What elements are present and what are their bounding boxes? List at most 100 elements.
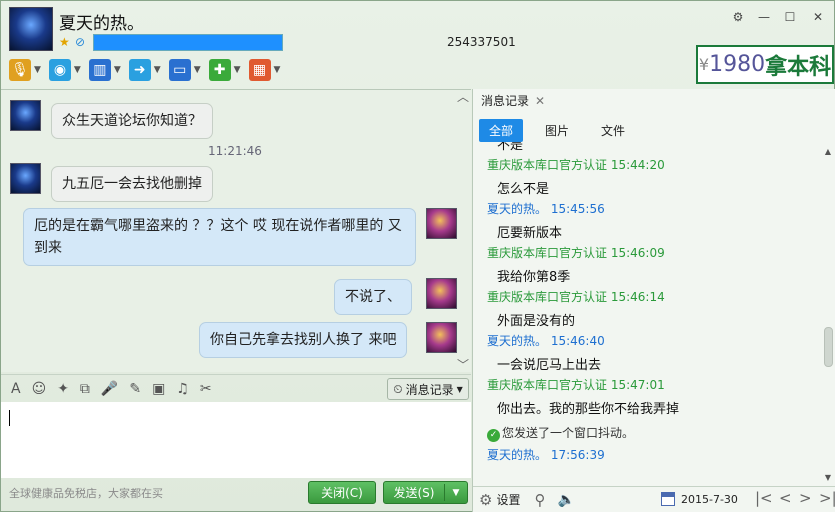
chevron-down-icon[interactable]: ▼ — [154, 65, 161, 75]
add-app-icon: ✚ — [208, 59, 231, 81]
history-notice-text: 您发送了一个窗口抖动。 — [502, 426, 635, 440]
close-icon[interactable]: ✕ — [535, 94, 545, 108]
music-icon[interactable]: ♫ — [176, 381, 189, 397]
ad-banner[interactable]: ¥ 1980 拿本科 — [696, 45, 834, 84]
screenshot-icon[interactable]: ✂ — [200, 381, 212, 397]
gif-icon[interactable]: ⧉ — [80, 381, 90, 397]
send-label: 发送(S) — [384, 484, 445, 501]
message-input[interactable] — [1, 402, 471, 478]
font-icon[interactable]: A — [11, 381, 21, 397]
contact-name: 夏天的热。 — [59, 14, 144, 34]
contact-avatar-small[interactable] — [10, 163, 41, 194]
mic-icon: 🎙 — [9, 59, 31, 81]
history-list: 不是重庆版本库口官方认证 15:44:20 怎么不是夏天的热。 15:45:56 厄… — [473, 142, 821, 487]
chevron-down-icon[interactable]: ▼ — [194, 65, 201, 75]
history-panel: 消息记录 ✕ 全部 图片 文件 不是重庆版本库口官方认证 15:44:20 怎么不是… — [472, 89, 835, 512]
my-avatar[interactable] — [426, 278, 457, 309]
scroll-down-icon[interactable]: ▼ — [825, 473, 831, 482]
first-page-icon[interactable]: |< — [755, 489, 773, 507]
message-history-label: 消息记录 — [405, 382, 454, 397]
speaker-icon[interactable]: 🔈 — [557, 492, 574, 508]
chevron-down-icon[interactable]: ▼ — [274, 65, 281, 75]
history-message: 怎么不是 — [497, 182, 550, 197]
emoji-icon[interactable]: ☺ — [32, 381, 47, 397]
settings-label[interactable]: 设置 — [496, 491, 520, 508]
close-button[interactable]: 关闭(C) — [308, 481, 376, 504]
mic-button[interactable]: 🎙 ▼ — [9, 59, 41, 81]
history-message: 厄要新版本 — [497, 226, 563, 241]
screen-share-icon: ▥ — [88, 59, 111, 81]
text-caret — [9, 410, 10, 426]
chevron-down-icon: ▼ — [456, 384, 463, 394]
scroll-up-icon[interactable]: ︿ — [457, 90, 469, 105]
message-bubble: 厄的是在霸气哪里盗来的 ？？这个 哎 现在说作者哪里的 又到来 — [23, 208, 416, 266]
message-bubble: 众生天道论坛你知道？ — [51, 103, 213, 139]
close-window-button[interactable]: ✕ — [809, 9, 827, 25]
scrollbar-thumb[interactable] — [824, 327, 833, 367]
chevron-down-icon[interactable]: ▼ — [74, 65, 81, 75]
chevron-down-icon[interactable]: ▼ — [234, 65, 241, 75]
contact-avatar[interactable] — [9, 7, 53, 51]
voice-icon[interactable]: 🎤 — [101, 381, 118, 397]
ad-currency: ¥ — [698, 55, 710, 74]
scroll-down-icon[interactable]: ﹀ — [457, 356, 469, 372]
filter-all[interactable]: 全部 — [479, 118, 524, 142]
message-bubble: 九五厄一会去找他删掉 — [51, 166, 213, 202]
history-message: 你出去。我的那些你不给我弄掉 — [497, 402, 680, 417]
footer-ad-link[interactable]: 全球健康品免税店，大家都在买 — [9, 485, 163, 501]
last-page-icon[interactable]: >| — [819, 489, 835, 507]
history-sender-time: 夏天的热。 15:45:56 — [487, 202, 605, 216]
date-picker[interactable]: 2015-7-30 — [661, 492, 738, 506]
next-page-icon[interactable]: > — [799, 489, 812, 507]
date-value: 2015-7-30 — [681, 492, 738, 506]
apps-button[interactable]: ▦ ▼ — [248, 59, 281, 81]
edit-icon[interactable]: ✎ — [129, 381, 141, 397]
filter-images[interactable]: 图片 — [535, 119, 579, 142]
search-icon[interactable]: ⚲ — [534, 491, 545, 509]
history-message: 外面是没有的 — [497, 314, 576, 329]
remote-desktop-icon: ▭ — [168, 59, 191, 81]
history-message: 不是 — [497, 142, 524, 153]
check-icon: ✓ — [487, 429, 500, 442]
magic-icon[interactable]: ✦ — [57, 381, 69, 397]
maximize-button[interactable]: ☐ — [781, 9, 799, 25]
camera-icon: ◉ — [48, 59, 71, 81]
minimize-button[interactable]: — — [755, 9, 773, 25]
my-avatar[interactable] — [426, 322, 457, 353]
history-sender-time: 夏天的热。 15:46:40 — [487, 334, 605, 348]
chevron-down-icon[interactable]: ▼ — [114, 65, 121, 75]
settings-icon[interactable]: ⚙ — [729, 9, 747, 25]
message-history-button[interactable]: ⏲ 消息记录 ▼ — [387, 378, 469, 400]
add-app-button[interactable]: ✚ ▼ — [208, 59, 241, 81]
screen-share-button[interactable]: ▥ ▼ — [88, 59, 121, 81]
ad-number: 1980 — [709, 52, 766, 77]
chevron-down-icon[interactable]: ▼ — [34, 65, 41, 75]
my-avatar[interactable] — [426, 208, 457, 239]
remote-desktop-button[interactable]: ▭ ▼ — [168, 59, 201, 81]
message-area: 众生天道论坛你知道？ 11:21:46 九五厄一会去找他删掉 厄的是在霸气哪里盗… — [1, 89, 471, 372]
qq-icon: ⊘ — [75, 35, 86, 49]
apps-icon: ▦ — [248, 59, 271, 81]
file-transfer-icon: ➜ — [128, 59, 151, 81]
star-icon: ★ — [59, 35, 70, 49]
contact-avatar-small[interactable] — [10, 100, 41, 131]
history-message: 我给你第8季 — [497, 270, 571, 285]
message-time: 11:21:46 — [208, 144, 262, 158]
prev-page-icon[interactable]: < — [779, 489, 792, 507]
history-sender-time: 重庆版本库口官方认证 15:44:20 — [487, 158, 665, 172]
send-options-icon[interactable]: ▼ — [445, 488, 467, 498]
file-transfer-button[interactable]: ➜ ▼ — [128, 59, 161, 81]
calendar-icon — [661, 492, 675, 506]
chat-window: 夏天的热。 ★ ⊘ 254337501 ⚙ — ☐ ✕ ¥ 1980 拿本科 🎙… — [0, 0, 835, 512]
contact-number: 254337501 — [447, 35, 516, 49]
gear-icon[interactable]: ⚙ — [479, 491, 492, 509]
history-tab[interactable]: 消息记录 ✕ — [473, 89, 835, 113]
signature-bar[interactable] — [93, 34, 283, 51]
send-button[interactable]: 发送(S) ▼ — [383, 481, 468, 504]
camera-button[interactable]: ◉ ▼ — [48, 59, 81, 81]
ad-brand: 拿本科 — [765, 54, 832, 80]
history-sender-time: 夏天的热。 17:56:39 — [487, 448, 605, 462]
scroll-up-icon[interactable]: ▲ — [825, 147, 831, 156]
image-icon[interactable]: ▣ — [152, 381, 165, 397]
filter-files[interactable]: 文件 — [591, 119, 635, 142]
